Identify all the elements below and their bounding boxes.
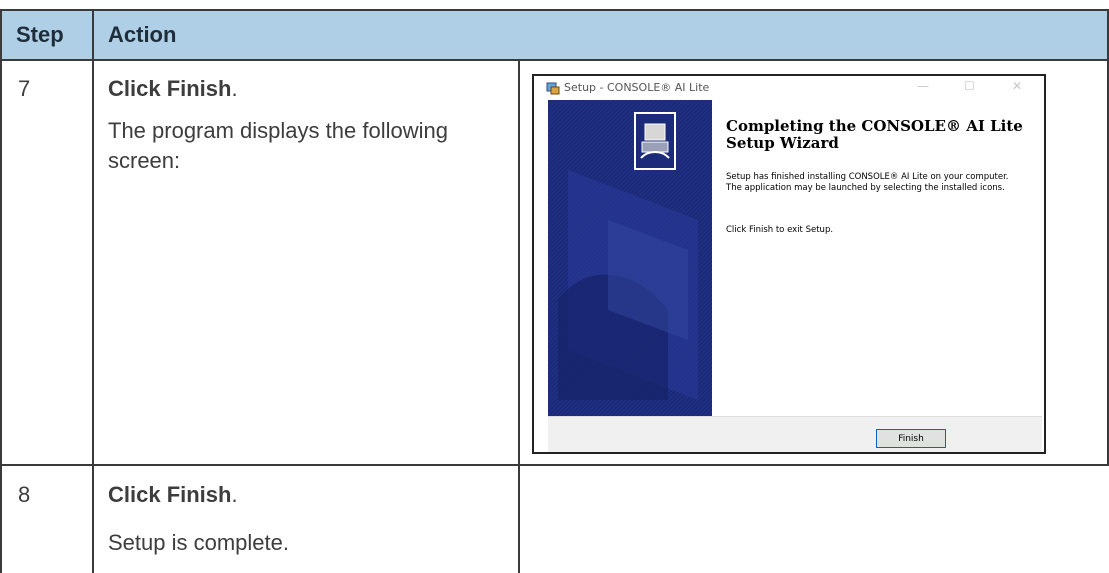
action-period: . <box>231 76 238 101</box>
minimize-icon[interactable]: — <box>917 79 929 93</box>
column-divider-step <box>92 9 94 573</box>
setup-logo-icon <box>634 112 676 170</box>
wizard-instruction: Click Finish to exit Setup. <box>726 225 834 235</box>
close-icon[interactable]: ✕ <box>1012 79 1022 93</box>
action-period: . <box>231 482 238 507</box>
wizard-heading: Completing the CONSOLE® AI Lite Setup Wi… <box>726 117 1023 152</box>
step-number: 8 <box>18 482 31 507</box>
step-action: Click Finish. <box>108 482 238 508</box>
procedure-table: Step Action 7 Click Finish. The program … <box>0 0 1109 573</box>
wizard-side-banner <box>548 100 712 416</box>
row-divider <box>0 464 1109 466</box>
installer-screenshot: Setup - CONSOLE® AI Lite — ☐ ✕ Completin… <box>532 74 1046 454</box>
step-number: 7 <box>18 76 31 101</box>
wizard-message: Setup has finished installing CONSOLE® A… <box>726 172 1009 193</box>
step-description: The program displays the following scree… <box>108 118 448 173</box>
window-title: Setup - CONSOLE® AI Lite <box>564 81 710 94</box>
column-divider-content <box>518 61 520 573</box>
action-label: Click Finish <box>108 482 232 507</box>
action-label: Click Finish <box>108 76 232 101</box>
header-action: Action <box>108 22 177 47</box>
header-step: Step <box>16 22 64 47</box>
wizard-button-bar: Finish <box>548 416 1042 452</box>
border-left <box>0 9 2 573</box>
finish-button[interactable]: Finish <box>876 429 946 448</box>
banner-graphic <box>548 100 712 416</box>
maximize-icon[interactable]: ☐ <box>964 79 975 93</box>
window-titlebar: Setup - CONSOLE® AI Lite — ☐ ✕ <box>534 76 1044 100</box>
setup-app-icon <box>546 82 560 95</box>
table-header: Step Action <box>0 9 1109 61</box>
step-description: Setup is complete. <box>108 530 289 555</box>
step-action: Click Finish. <box>108 76 238 102</box>
